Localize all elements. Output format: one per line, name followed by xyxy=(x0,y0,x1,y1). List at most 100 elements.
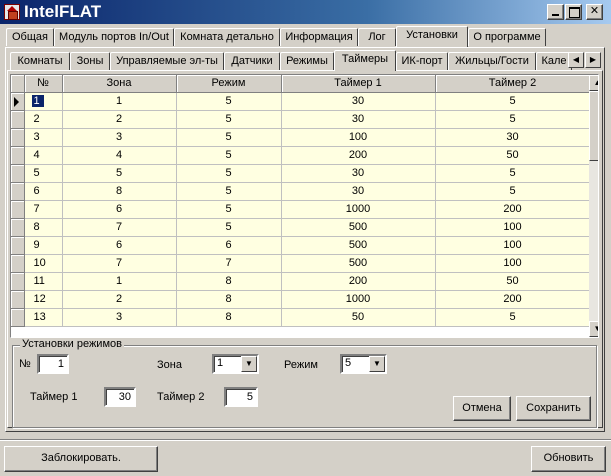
cell-number[interactable]: 12 xyxy=(24,290,63,309)
cell-timer1[interactable]: 30 xyxy=(281,182,436,201)
cancel-button[interactable]: Отмена xyxy=(453,396,511,421)
row-indicator[interactable] xyxy=(11,254,25,273)
table-row[interactable]: 1 1 5 30 5 xyxy=(11,92,591,111)
column-header-zone[interactable]: Зона xyxy=(62,75,177,93)
cell-number[interactable]: 7 xyxy=(24,200,63,219)
cell-timer1[interactable]: 1000 xyxy=(281,200,436,219)
timers-grid[interactable]: № Зона Режим Таймер 1 Таймер 2 1 1 5 30 5 2 2 5… xyxy=(10,74,599,338)
table-row[interactable]: 7 6 5 1000 200 xyxy=(11,200,591,219)
cell-timer2[interactable]: 50 xyxy=(435,146,591,165)
table-row[interactable]: 3 3 5 100 30 xyxy=(11,128,591,147)
row-indicator[interactable] xyxy=(11,218,25,237)
cell-number[interactable]: 2 xyxy=(24,110,63,129)
maximize-button[interactable] xyxy=(565,4,582,20)
cell-mode[interactable]: 5 xyxy=(176,218,282,237)
mode-dropdown-arrow-icon[interactable]: ▼ xyxy=(369,356,385,372)
cell-zone[interactable]: 7 xyxy=(62,254,177,273)
table-row[interactable]: 6 8 5 30 5 xyxy=(11,182,591,201)
cell-timer2[interactable]: 100 xyxy=(435,254,591,273)
close-button[interactable]: ✕ xyxy=(586,4,603,20)
table-row[interactable]: 12 2 8 1000 200 xyxy=(11,290,591,309)
cell-zone[interactable]: 3 xyxy=(62,128,177,147)
subtab-ir-port[interactable]: ИК-порт xyxy=(396,52,448,70)
cell-timer2[interactable]: 200 xyxy=(435,290,591,309)
zone-select[interactable]: 1 ▼ xyxy=(212,354,259,374)
cell-timer2[interactable]: 5 xyxy=(435,308,591,327)
row-indicator[interactable] xyxy=(11,182,25,201)
cell-timer1[interactable]: 200 xyxy=(281,146,436,165)
cell-mode[interactable]: 5 xyxy=(176,164,282,183)
subtab-sensors[interactable]: Датчики xyxy=(224,52,280,70)
cell-mode[interactable]: 8 xyxy=(176,290,282,309)
table-row[interactable]: 13 3 8 50 5 xyxy=(11,308,591,327)
tab-about[interactable]: О программе xyxy=(468,28,546,46)
cell-timer2[interactable]: 30 xyxy=(435,128,591,147)
cell-mode[interactable]: 5 xyxy=(176,110,282,129)
row-indicator[interactable] xyxy=(11,110,25,129)
cell-timer2[interactable]: 100 xyxy=(435,218,591,237)
cell-number[interactable]: 8 xyxy=(24,218,63,237)
table-row[interactable]: 9 6 6 500 100 xyxy=(11,236,591,255)
lock-button[interactable]: Заблокировать. xyxy=(4,446,158,472)
cell-zone[interactable]: 4 xyxy=(62,146,177,165)
cell-timer1[interactable]: 500 xyxy=(281,254,436,273)
cell-timer1[interactable]: 200 xyxy=(281,272,436,291)
cell-timer2[interactable]: 50 xyxy=(435,272,591,291)
row-indicator[interactable] xyxy=(11,290,25,309)
subtab-controlled-elements[interactable]: Управляемые эл-ты xyxy=(110,52,224,70)
cell-mode[interactable]: 5 xyxy=(176,128,282,147)
row-indicator[interactable] xyxy=(11,146,25,165)
subtab-calendar[interactable]: Кале xyxy=(536,52,572,70)
row-indicator[interactable] xyxy=(11,92,25,111)
timer1-field[interactable]: 30 xyxy=(104,387,136,407)
row-indicator[interactable] xyxy=(11,272,25,291)
scroll-up-button[interactable]: ▲ xyxy=(589,75,598,91)
table-row[interactable]: 11 1 8 200 50 xyxy=(11,272,591,291)
cell-timer1[interactable]: 50 xyxy=(281,308,436,327)
subtab-timers[interactable]: Таймеры xyxy=(334,50,396,71)
subtab-rooms[interactable]: Комнаты xyxy=(10,52,70,70)
scroll-thumb[interactable] xyxy=(589,91,598,161)
cell-number[interactable]: 6 xyxy=(24,182,63,201)
cell-timer2[interactable]: 5 xyxy=(435,92,591,111)
number-field[interactable]: 1 xyxy=(37,354,69,374)
cell-timer2[interactable]: 100 xyxy=(435,236,591,255)
cell-timer1[interactable]: 30 xyxy=(281,110,436,129)
cell-number[interactable]: 13 xyxy=(24,308,63,327)
cell-zone[interactable]: 8 xyxy=(62,182,177,201)
row-indicator[interactable] xyxy=(11,128,25,147)
row-indicator[interactable] xyxy=(11,164,25,183)
tab-scroll-left-button[interactable]: ◀ xyxy=(568,52,584,68)
cell-mode[interactable]: 7 xyxy=(176,254,282,273)
cell-number[interactable]: 9 xyxy=(24,236,63,255)
cell-zone[interactable]: 7 xyxy=(62,218,177,237)
row-indicator[interactable] xyxy=(11,236,25,255)
cell-zone[interactable]: 6 xyxy=(62,200,177,219)
cell-zone[interactable]: 6 xyxy=(62,236,177,255)
tab-information[interactable]: Информация xyxy=(280,28,358,46)
column-header-timer1[interactable]: Таймер 1 xyxy=(281,75,436,93)
tab-log[interactable]: Лог xyxy=(358,28,396,46)
cell-zone[interactable]: 2 xyxy=(62,110,177,129)
tab-general[interactable]: Общая xyxy=(6,28,54,46)
row-indicator[interactable] xyxy=(11,200,25,219)
cell-number[interactable]: 3 xyxy=(24,128,63,147)
cell-timer1[interactable]: 500 xyxy=(281,218,436,237)
zone-dropdown-arrow-icon[interactable]: ▼ xyxy=(241,356,257,372)
cell-zone[interactable]: 3 xyxy=(62,308,177,327)
cell-timer2[interactable]: 200 xyxy=(435,200,591,219)
cell-mode[interactable]: 8 xyxy=(176,308,282,327)
cell-zone[interactable]: 1 xyxy=(62,92,177,111)
cell-number[interactable]: 4 xyxy=(24,146,63,165)
subtab-modes[interactable]: Режимы xyxy=(280,52,334,70)
cell-mode[interactable]: 5 xyxy=(176,92,282,111)
cell-zone[interactable]: 2 xyxy=(62,290,177,309)
cell-timer2[interactable]: 5 xyxy=(435,182,591,201)
subtab-residents-guests[interactable]: Жильцы/Гости xyxy=(448,52,536,70)
cell-timer2[interactable]: 5 xyxy=(435,164,591,183)
tab-room-detail[interactable]: Комната детально xyxy=(174,28,280,46)
cell-number[interactable]: 1 xyxy=(24,92,63,111)
cell-zone[interactable]: 1 xyxy=(62,272,177,291)
title-bar[interactable]: IntelFLAT ✕ xyxy=(0,0,611,24)
cell-timer1[interactable]: 100 xyxy=(281,128,436,147)
